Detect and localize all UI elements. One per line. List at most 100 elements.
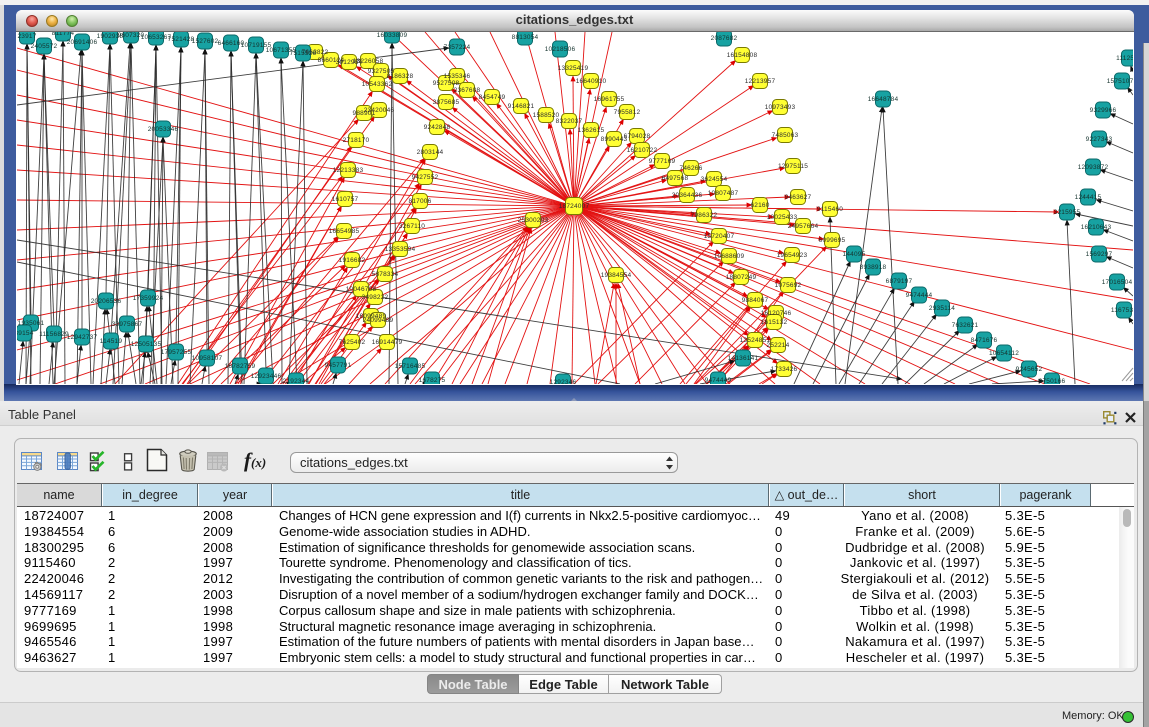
svg-text:16648784: 16648784 — [868, 96, 899, 103]
svg-text:1362615: 1362615 — [578, 127, 605, 134]
svg-text:6497568: 6497568 — [662, 175, 689, 182]
svg-text:13325419: 13325419 — [558, 65, 589, 72]
svg-text:12942737: 12942737 — [67, 334, 98, 341]
svg-text:2718170: 2718170 — [343, 137, 370, 144]
svg-text:33975867: 33975867 — [112, 321, 143, 328]
svg-text:23917: 23917 — [17, 33, 36, 40]
svg-text:3215955: 3215955 — [1054, 209, 1081, 216]
svg-text:6099695: 6099695 — [819, 237, 846, 244]
svg-text:811774: 811774 — [52, 30, 75, 37]
svg-text:15751074: 15751074 — [1107, 78, 1138, 85]
svg-text:8471676: 8471676 — [971, 337, 998, 344]
svg-text:144095: 144095 — [843, 251, 866, 258]
svg-text:62160: 62160 — [750, 202, 769, 209]
svg-text:10218506: 10218506 — [545, 46, 576, 53]
svg-text:1916682: 1916682 — [339, 257, 366, 264]
svg-text:11156829: 11156829 — [39, 331, 69, 338]
svg-text:817006: 817006 — [409, 198, 432, 205]
svg-text:12093872: 12093872 — [1078, 164, 1109, 171]
svg-text:7632621: 7632621 — [952, 322, 979, 329]
svg-text:2405572: 2405572 — [31, 43, 58, 50]
svg-text:2803144: 2803144 — [417, 149, 444, 156]
svg-text:393154: 393154 — [0, 319, 18, 326]
svg-text:16782759: 16782759 — [225, 363, 256, 370]
svg-text:19654923: 19654923 — [777, 252, 808, 259]
svg-text:24957664: 24957664 — [788, 223, 819, 230]
svg-text:9527508: 9527508 — [433, 80, 460, 87]
svg-text:9474444: 9474444 — [906, 292, 933, 299]
svg-text:3267110: 3267110 — [399, 223, 425, 230]
svg-text:1610757: 1610757 — [332, 196, 359, 203]
svg-text:2192344: 2192344 — [283, 378, 310, 385]
svg-text:7357224: 7357224 — [444, 44, 471, 51]
svg-text:1615132: 1615132 — [761, 319, 788, 326]
svg-text:9242848: 9242848 — [424, 124, 451, 131]
svg-text:3624554: 3624554 — [701, 176, 728, 183]
svg-text:2087682: 2087682 — [711, 35, 738, 42]
svg-text:16120746: 16120746 — [761, 310, 792, 317]
svg-text:1167534: 1167534 — [1111, 307, 1137, 314]
svg-text:7515526: 7515526 — [290, 50, 317, 57]
svg-text:20053346: 20053346 — [148, 126, 179, 133]
svg-text:252214: 252214 — [767, 342, 790, 349]
svg-text:9329966: 9329966 — [1090, 107, 1117, 114]
svg-text:1527602: 1527602 — [192, 38, 219, 45]
svg-text:16210722: 16210722 — [627, 147, 658, 154]
svg-text:9884067: 9884067 — [742, 297, 769, 304]
svg-text:12975115: 12975115 — [778, 163, 808, 170]
svg-text:18807249: 18807249 — [726, 274, 757, 281]
svg-text:9457791: 9457791 — [325, 362, 352, 369]
svg-text:1678275: 1678275 — [419, 377, 446, 384]
svg-text:17957255: 17957255 — [161, 349, 192, 356]
svg-text:9777169: 9777169 — [649, 158, 676, 165]
svg-text:8322037: 8322037 — [556, 118, 583, 125]
svg-text:7986322: 7986322 — [691, 212, 718, 219]
svg-text:7521428: 7521428 — [168, 36, 195, 43]
svg-text:8186328: 8186328 — [387, 73, 414, 80]
svg-text:746266: 746266 — [680, 165, 703, 172]
svg-text:9146821: 9146821 — [508, 103, 535, 110]
svg-text:16961755: 16961755 — [594, 96, 625, 103]
svg-text:10654112: 10654112 — [989, 350, 1019, 357]
svg-text:10543362: 10543362 — [362, 81, 393, 88]
svg-text:3875685: 3875685 — [433, 99, 460, 106]
svg-text:10807487: 10807487 — [708, 190, 739, 197]
svg-text:16033809: 16033809 — [377, 32, 408, 39]
svg-text:16210643: 16210643 — [1081, 224, 1112, 231]
svg-text:13353594: 13353594 — [385, 246, 416, 253]
svg-text:39154: 39154 — [14, 330, 33, 337]
svg-text:114519: 114519 — [100, 338, 123, 345]
svg-text:7485063: 7485063 — [772, 132, 799, 139]
svg-text:9227343: 9227343 — [1086, 136, 1113, 143]
svg-text:9245652: 9245652 — [1016, 366, 1043, 373]
svg-text:9474449: 9474449 — [705, 377, 732, 384]
svg-text:12213957: 12213957 — [745, 78, 776, 85]
svg-text:25300203: 25300203 — [518, 217, 549, 224]
svg-text:1292346: 1292346 — [550, 379, 577, 386]
svg-text:16914479: 16914479 — [372, 339, 403, 346]
svg-text:8454749: 8454749 — [479, 94, 506, 101]
svg-text:16154808: 16154808 — [727, 52, 758, 59]
svg-text:20364436: 20364436 — [672, 192, 703, 199]
svg-text:9427552: 9427552 — [412, 174, 439, 181]
svg-text:16654985: 16654985 — [329, 228, 360, 235]
svg-text:8813054: 8813054 — [512, 34, 539, 41]
svg-text:15716485: 15716485 — [395, 363, 426, 370]
svg-text:988901: 988901 — [353, 110, 376, 117]
svg-text:18724007: 18724007 — [559, 203, 590, 210]
svg-text:20206536: 20206536 — [91, 298, 122, 305]
svg-text:10973493: 10973493 — [765, 104, 796, 111]
svg-text:6794028: 6794028 — [624, 133, 651, 140]
svg-text:8938918: 8938918 — [860, 264, 887, 271]
svg-text:1244415: 1244415 — [1075, 194, 1102, 201]
svg-text:24099489: 24099489 — [363, 317, 394, 324]
svg-text:10025433: 10025433 — [767, 214, 798, 221]
svg-text:9463627: 9463627 — [785, 194, 812, 201]
svg-text:14136141: 14136141 — [728, 355, 759, 362]
svg-text:10046708: 10046708 — [346, 286, 377, 293]
svg-text:6879197: 6879197 — [886, 278, 913, 285]
svg-text:12505135: 12505135 — [131, 341, 162, 348]
svg-text:20691406: 20691406 — [67, 39, 98, 46]
svg-text:2367608: 2367608 — [454, 87, 481, 94]
svg-text:15720407: 15720407 — [704, 233, 735, 240]
